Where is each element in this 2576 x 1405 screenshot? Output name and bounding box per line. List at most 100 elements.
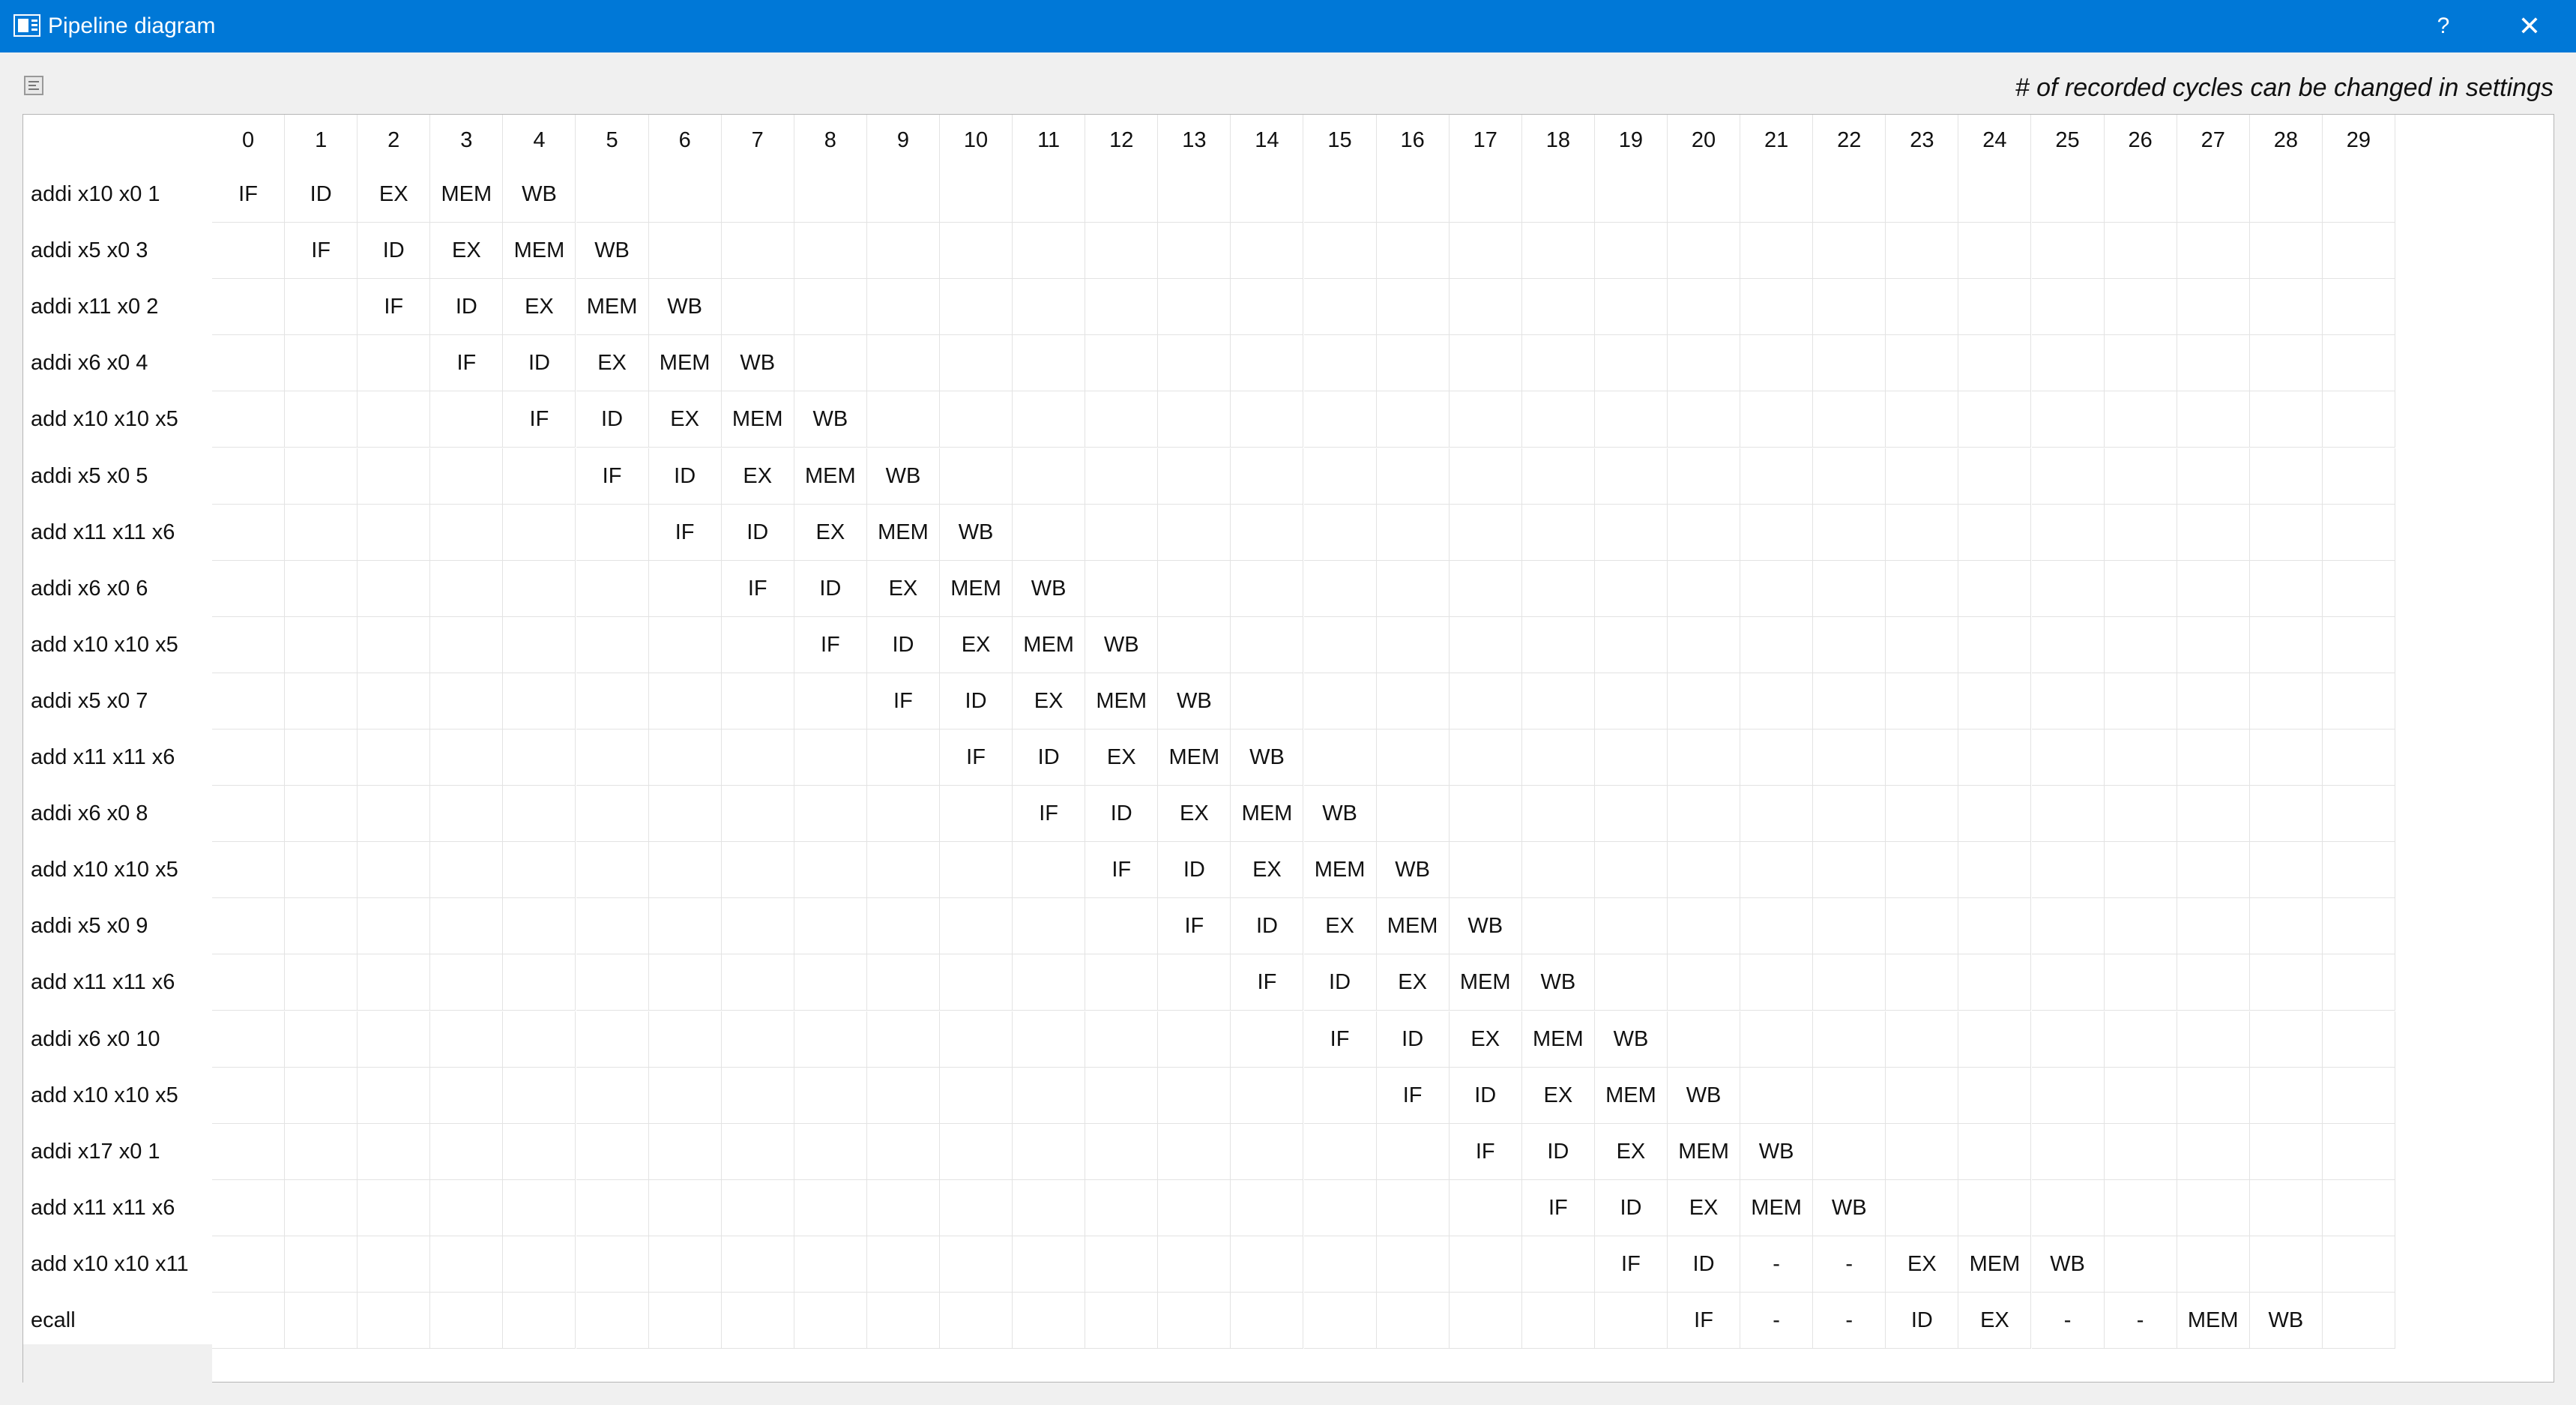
pipeline-cell: [576, 1293, 649, 1350]
pipeline-cell: [430, 898, 504, 955]
pipeline-stage: MEM: [940, 560, 1013, 617]
export-icon[interactable]: [24, 76, 43, 95]
pipeline-cell: [1231, 166, 1304, 223]
close-button[interactable]: ✕: [2488, 0, 2571, 52]
pipeline-cell: [2104, 1011, 2177, 1068]
pipeline-cell: [2031, 786, 2105, 843]
pipeline-cell: [1158, 448, 1231, 505]
pipeline-cell: [1376, 616, 1450, 673]
pipeline-cell: [1303, 729, 1377, 786]
pipeline-cell: [1594, 335, 1668, 392]
pipeline-cell: [721, 673, 794, 729]
pipeline-cell: [1085, 1011, 1159, 1068]
pipeline-cell: [1085, 1067, 1159, 1124]
pipeline-cell: [2249, 504, 2323, 561]
pipeline-cell: [866, 1293, 940, 1350]
pipeline-cell: [1158, 616, 1231, 673]
pipeline-cell: [2177, 1123, 2250, 1180]
pipeline-table[interactable]: 0 1 2 3 4 5 6 7 8 9 10 11 12 13 14 15 16 17 18 19 20 21 22 23 24…: [22, 114, 2554, 1383]
instruction-label: addi x6 x0 6: [31, 576, 148, 601]
pipeline-stage: EX: [1231, 842, 1304, 899]
pipeline-cell: [1013, 391, 1086, 448]
cycle-header: 15: [1304, 115, 1377, 166]
pipeline-cell: [1449, 842, 1522, 899]
pipeline-cell: [1013, 448, 1086, 505]
pipeline-cell: [430, 1011, 504, 1068]
pipeline-cell: [358, 1236, 431, 1293]
pipeline-cell: [1013, 1179, 1086, 1236]
pipeline-cell: [1813, 1067, 1886, 1124]
help-button[interactable]: ?: [2402, 0, 2485, 52]
pipeline-cell: [1521, 786, 1595, 843]
pipeline-cell: [1231, 223, 1304, 280]
pipeline-stage: MEM: [430, 166, 504, 223]
instruction-label: addi x5 x0 7: [31, 688, 148, 713]
pipeline-stage: EX: [794, 504, 867, 561]
pipeline-cell: [2031, 448, 2105, 505]
pipeline-cell: [794, 1011, 867, 1068]
pipeline-cell: [1886, 448, 1959, 505]
pipeline-stage: WB: [1158, 673, 1231, 729]
pipeline-cell: [212, 223, 286, 280]
pipeline-cell: [2322, 1123, 2395, 1180]
pipeline-cell: [503, 1123, 576, 1180]
pipeline-cell: [2177, 504, 2250, 561]
pipeline-stage: IF: [940, 729, 1013, 786]
pipeline-cell: [940, 279, 1013, 336]
pipeline-cell: [1158, 223, 1231, 280]
pipeline-cell: [940, 786, 1013, 843]
pipeline-cell: [1303, 1067, 1377, 1124]
pipeline-cell: [2249, 842, 2323, 899]
pipeline-cell: [1740, 729, 1814, 786]
pipeline-cell: [212, 1067, 286, 1124]
pipeline-cell: [1376, 391, 1450, 448]
pipeline-stage: ID: [1158, 842, 1231, 899]
window-title: Pipeline diagram: [48, 13, 216, 38]
pipeline-stage: IF: [1449, 1123, 1522, 1180]
pipeline-cell: [2104, 448, 2177, 505]
pipeline-stage: EX: [1886, 1236, 1959, 1293]
pipeline-cell: [648, 842, 722, 899]
pipeline-stage: MEM: [648, 335, 722, 392]
pipeline-cell: [2104, 391, 2177, 448]
pipeline-stage: MEM: [1303, 842, 1377, 899]
pipeline-cell: [2322, 448, 2395, 505]
pipeline-cell: [648, 1293, 722, 1350]
pipeline-cell: [285, 842, 358, 899]
pipeline-cell: [2249, 279, 2323, 336]
pipeline-cell: [1668, 898, 1741, 955]
pipeline-stage: IF: [212, 166, 286, 223]
pipeline-cell: [576, 1179, 649, 1236]
pipeline-stage: IF: [1594, 1236, 1668, 1293]
pipeline-cell: [1303, 560, 1377, 617]
pipeline-cell: [2031, 335, 2105, 392]
pipeline-cell: [1958, 448, 2032, 505]
pipeline-cell: [1594, 223, 1668, 280]
pipeline-cell: [1521, 616, 1595, 673]
pipeline-cell: [1085, 1293, 1159, 1350]
pipeline-cell: [1740, 391, 1814, 448]
pipeline-cell: [648, 1123, 722, 1180]
pipeline-cell: [1085, 166, 1159, 223]
pipeline-cell: [2177, 335, 2250, 392]
cycle-header: 3: [430, 115, 504, 166]
pipeline-stage: WB: [1231, 729, 1304, 786]
pipeline-stage: ID: [1668, 1236, 1741, 1293]
pipeline-cell: [866, 1067, 940, 1124]
pipeline-cell: [2031, 1067, 2105, 1124]
pipeline-cell: [1594, 954, 1668, 1011]
pipeline-cell: [648, 166, 722, 223]
instruction-label: addi x10 x0 1: [31, 182, 160, 206]
pipeline-cell: [2322, 1011, 2395, 1068]
pipeline-cell: [794, 729, 867, 786]
pipeline-cell: [1449, 166, 1522, 223]
pipeline-cell: [2031, 504, 2105, 561]
pipeline-stage: ID: [721, 504, 794, 561]
pipeline-cell: [648, 1236, 722, 1293]
pipeline-cell: [1740, 1011, 1814, 1068]
cycle-header: 6: [649, 115, 722, 166]
pipeline-cell: [2322, 223, 2395, 280]
pipeline-cell: [503, 842, 576, 899]
pipeline-cell: [2104, 504, 2177, 561]
pipeline-cell: [648, 898, 722, 955]
